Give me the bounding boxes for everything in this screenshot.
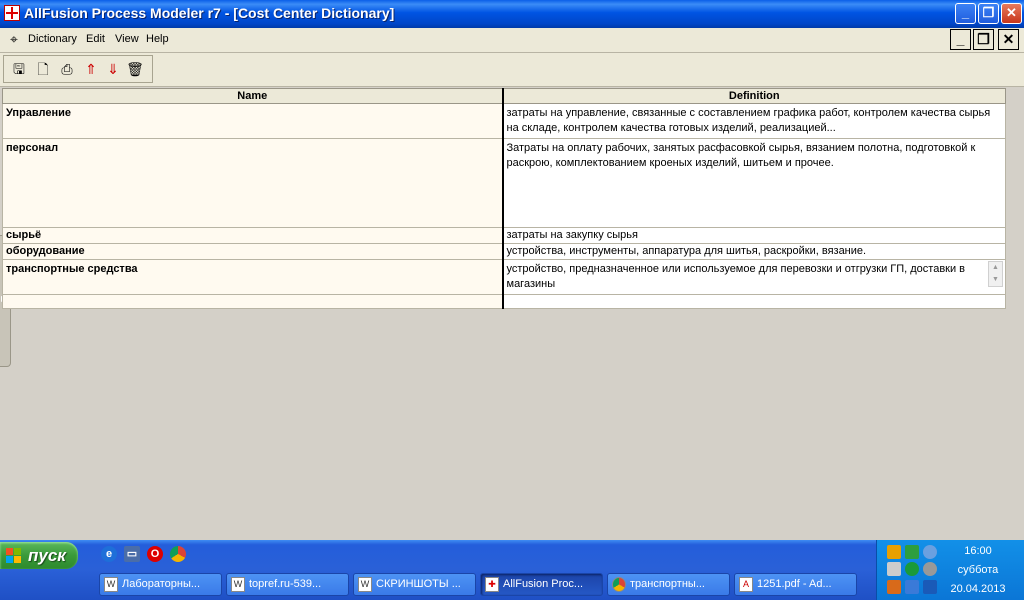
table-row[interactable]: сырьё затраты на закупку сырья [2,227,1006,244]
print-icon[interactable]: ⎙ [58,60,76,78]
column-header-definition[interactable]: Definition [502,88,1006,104]
windows-flag-icon [6,548,21,563]
cell-definition[interactable]: Затраты на оплату рабочих, занятых расфа… [502,138,1006,228]
scroll-up-icon[interactable]: ▲ [989,262,1002,274]
ie-icon[interactable]: e [101,546,117,562]
taskbar-item-screenshots[interactable]: W СКРИНШОТЫ ... [353,573,476,596]
menu-dictionary[interactable]: Dictionary [28,33,77,45]
editor-scrollbar[interactable]: ▲ ▼ [988,261,1003,287]
tray-volume-icon[interactable] [887,580,901,594]
cell-definition[interactable]: затраты на управление, связанные с соста… [502,103,1006,139]
import-icon[interactable]: ⇓ [104,60,122,78]
document-icon[interactable]: ⌖ [10,32,24,46]
tray-window-icon[interactable] [887,562,901,576]
menu-edit[interactable]: Edit [86,33,105,45]
app-icon[interactable] [4,5,20,21]
cell-name[interactable] [2,294,504,309]
allfusion-icon: ✚ [485,577,499,592]
tray-globe-icon[interactable] [923,545,937,559]
print-preview-icon[interactable]: 🗋 [34,60,52,78]
table-row[interactable]: оборудование устройства, инструменты, ап… [2,243,1006,260]
tray-security-icon[interactable] [923,580,937,594]
cell-definition-editing[interactable]: устройство, предназначенное или использу… [502,259,1006,295]
title-bar[interactable]: AllFusion Process Modeler r7 - [Cost Cen… [0,0,1024,28]
cell-name[interactable]: персонал [2,138,504,228]
start-label: пуск [28,546,66,565]
taskbar-item-allfusion[interactable]: ✚ AllFusion Proc... [480,573,603,596]
table-row[interactable]: Управление затраты на управление, связан… [2,103,1006,139]
pdf-icon: A [739,577,753,592]
column-header-name[interactable]: Name [2,88,504,104]
menu-help[interactable]: Help [146,33,169,45]
table-row[interactable] [2,294,1006,309]
clock-time[interactable]: 16:00 [943,545,1013,557]
export-icon[interactable]: ⇑ [82,60,100,78]
cell-name[interactable]: Управление [2,103,504,139]
delete-icon[interactable]: 🗑 [126,60,144,78]
table-row[interactable]: персонал Затраты на оплату рабочих, заня… [2,138,1006,228]
taskbar-item-word[interactable]: W Лабораторны... [99,573,222,596]
toolbar-area: 🖫 🗋 ⎙ ⇑ ⇓ 🗑 [0,53,1024,87]
dictionary-workspace: ▶ Name Definition Управление затраты на … [0,87,1024,539]
word-icon: W [231,577,245,592]
save-icon[interactable]: 🖫 [10,60,28,78]
definition-editor[interactable]: устройство, предназначенное или использу… [507,262,1003,292]
cell-definition[interactable]: затраты на закупку сырья [502,227,1006,244]
chrome-icon [612,577,626,592]
tray-disc-icon[interactable] [923,562,937,576]
system-tray: 16:00 суббота 20.04.2013 [876,540,1024,600]
restore-button[interactable]: ❐ [978,3,999,24]
cell-name[interactable]: оборудование [2,243,504,260]
start-button[interactable]: пуск [0,542,78,569]
tray-keyboard-icon[interactable] [905,580,919,594]
show-desktop-icon[interactable]: ▭ [124,546,140,562]
table-row[interactable]: транспортные средства устройство, предна… [2,259,1006,295]
word-icon: W [358,577,372,592]
taskbar-item-pdf[interactable]: A 1251.pdf - Ad... [734,573,857,596]
word-icon: W [104,577,118,592]
child-minimize-button[interactable]: _ [950,29,971,50]
tray-status-icon[interactable] [905,562,919,576]
clock-date: 20.04.2013 [950,583,1006,595]
taskbar-item-topref[interactable]: Wtopref.ru-539... [226,573,349,596]
toolbar: 🖫 🗋 ⎙ ⇑ ⇓ 🗑 [3,55,153,83]
child-close-button[interactable]: ✕ [998,29,1019,50]
chrome-icon[interactable] [170,546,186,562]
taskbar-item-chrome[interactable]: транспортны... [607,573,730,596]
cost-center-grid: Name Definition Управление затраты на уп… [2,88,1006,309]
tray-app-icon[interactable] [887,545,901,559]
menu-view[interactable]: View [115,33,139,45]
clock-day: суббота [957,564,999,576]
cell-definition[interactable]: устройства, инструменты, аппаратура для … [502,243,1006,260]
cell-name[interactable]: транспортные средства [2,259,504,295]
tray-network-icon[interactable] [905,545,919,559]
menu-bar: ⌖ Dictionary Edit View Help [0,28,1024,53]
close-button[interactable]: ✕ [1001,3,1022,24]
cell-definition[interactable] [502,294,1006,309]
scroll-down-icon[interactable]: ▼ [989,274,1002,286]
taskbar: пуск e ▭ O W Лабораторны... Wtopref.ru-53… [0,540,1024,600]
cell-name[interactable]: сырьё [2,227,504,244]
window-title: AllFusion Process Modeler r7 - [Cost Cen… [24,5,395,21]
opera-icon[interactable]: O [147,546,163,562]
minimize-button[interactable]: _ [955,3,976,24]
child-restore-button[interactable]: ❐ [973,29,994,50]
